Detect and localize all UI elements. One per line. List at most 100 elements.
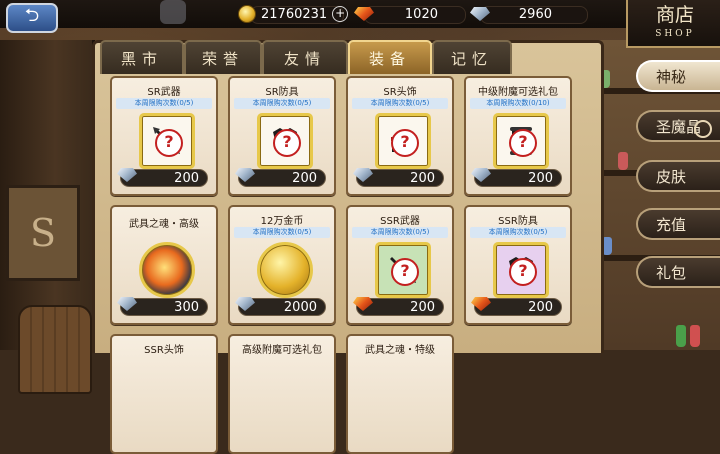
shop-item-card[interactable]: SSR防具 本周限购次数(0/5) ? 200 bbox=[464, 205, 572, 325]
blue-crystal-icon bbox=[117, 297, 137, 311]
tab-label: 友情 bbox=[283, 49, 326, 68]
shop-item-card[interactable]: SSR头饰 bbox=[110, 334, 218, 454]
item-name: SR武器 bbox=[147, 87, 181, 98]
blue-crystal-counter: 2960 bbox=[470, 4, 588, 24]
side-nav-label: 神秘 bbox=[656, 67, 687, 86]
shop-item-card[interactable]: 中级附魔可选礼包 本周限购次数(0/10) ? 200 bbox=[464, 76, 572, 196]
blue-crystal-icon bbox=[471, 168, 491, 182]
price-tag: 200 bbox=[353, 168, 444, 187]
ghost-icon bbox=[160, 0, 186, 24]
item-name: 12万金币 bbox=[260, 216, 304, 227]
item-price: 300 bbox=[174, 299, 199, 315]
armor-unknown-icon: ? bbox=[493, 242, 549, 298]
red-gem-amount: 1020 bbox=[404, 6, 438, 22]
purchase-limit: 本周限购次数(0/5) bbox=[470, 227, 566, 238]
item-name: SSR防具 bbox=[498, 216, 538, 227]
price-tag: 200 bbox=[117, 168, 208, 187]
shop-item-card[interactable]: 武具之魂・特级 bbox=[346, 334, 454, 454]
sword-unknown-icon: ? bbox=[139, 113, 195, 169]
item-price: 2000 bbox=[283, 299, 317, 315]
side-nav-gift-packs[interactable]: 礼包 bbox=[636, 256, 720, 288]
price-tag: 300 bbox=[117, 297, 208, 316]
shop-item-card[interactable]: 12万金币 本周限购次数(0/5) 2000 bbox=[228, 205, 336, 325]
purchase-limit: 本周限购次数(0/5) bbox=[116, 98, 212, 109]
price-tag: 2000 bbox=[235, 297, 326, 316]
shop-item-card[interactable]: 高级附魔可选礼包 bbox=[228, 334, 336, 454]
side-nav-skins[interactable]: 皮肤 bbox=[636, 160, 720, 192]
side-nav-recharge[interactable]: 充值 bbox=[636, 208, 720, 240]
tab-friendship[interactable]: 友情 bbox=[262, 40, 348, 74]
helmet-unknown-icon: ? bbox=[375, 113, 431, 169]
tab-label: 装备 bbox=[368, 49, 411, 68]
gold-coin-icon bbox=[238, 5, 256, 23]
potion-bottle bbox=[618, 152, 628, 170]
wall-sign-decoration: S bbox=[6, 185, 80, 281]
shop-item-card[interactable]: 武具之魂・高级 300 bbox=[110, 205, 218, 325]
gold-counter: 21760231 + bbox=[238, 4, 356, 24]
blue-crystal-icon bbox=[235, 168, 255, 182]
soul-orb-icon bbox=[139, 242, 195, 298]
purchase-limit: 本周限购次数(0/5) bbox=[234, 227, 330, 238]
tavern-left-wall: S bbox=[0, 40, 95, 394]
info-icon bbox=[694, 120, 712, 138]
item-price: 200 bbox=[174, 170, 199, 186]
red-gem-icon bbox=[471, 297, 491, 311]
back-button[interactable]: ⮌ bbox=[6, 3, 58, 33]
item-name: SSR头饰 bbox=[144, 345, 184, 356]
tab-label: 荣誉 bbox=[201, 49, 244, 68]
item-name: 武具之魂・特级 bbox=[365, 345, 435, 356]
potion-bottle bbox=[676, 325, 686, 347]
item-name: 中级附魔可选礼包 bbox=[478, 87, 558, 98]
shop-title: 商店 bbox=[655, 4, 694, 26]
blue-crystal-icon bbox=[235, 297, 255, 311]
potion-bottle bbox=[690, 325, 700, 347]
item-name: SR头饰 bbox=[383, 87, 417, 98]
shop-item-card[interactable]: SR头饰 本周限购次数(0/5) ? 200 bbox=[346, 76, 454, 196]
price-tag: 200 bbox=[353, 297, 444, 316]
tab-memory[interactable]: 记忆 bbox=[432, 40, 512, 74]
item-name: SR防具 bbox=[265, 87, 299, 98]
tab-label: 记忆 bbox=[450, 49, 493, 68]
purchase-limit: 本周限购次数(0/5) bbox=[234, 98, 330, 109]
shop-item-card[interactable]: SR武器 本周限购次数(0/5) ? 200 bbox=[110, 76, 218, 196]
gold-amount: 21760231 bbox=[261, 6, 328, 22]
shop-subtitle: SHOP bbox=[655, 29, 695, 39]
tab-honor[interactable]: 荣誉 bbox=[184, 40, 262, 74]
purchase-limit: 本周限购次数(0/10) bbox=[470, 98, 566, 109]
tab-label: 黑市 bbox=[120, 49, 163, 68]
blue-crystal-icon bbox=[353, 168, 373, 182]
blue-crystal-amount: 2960 bbox=[518, 6, 552, 22]
red-gem-icon bbox=[353, 297, 373, 311]
side-nav-holy-crystal[interactable]: 圣魔晶 bbox=[636, 110, 720, 142]
price-tag: 200 bbox=[471, 297, 562, 316]
red-gem-counter: 1020 bbox=[354, 4, 466, 24]
purchase-limit: 本周限购次数(0/5) bbox=[352, 98, 448, 109]
side-nav-label: 充值 bbox=[656, 215, 687, 234]
shop-item-card[interactable]: SSR武器 本周限购次数(0/5) ? 200 bbox=[346, 205, 454, 325]
gold-coins-icon bbox=[257, 242, 313, 298]
item-price: 200 bbox=[528, 299, 553, 315]
item-name: 高级附魔可选礼包 bbox=[242, 345, 322, 356]
back-arrow-icon: ⮌ bbox=[24, 5, 40, 26]
price-tag: 200 bbox=[471, 168, 562, 187]
item-price: 200 bbox=[410, 299, 435, 315]
side-nav-label: 皮肤 bbox=[656, 167, 687, 186]
shop-title-banner: 商店 SHOP bbox=[626, 0, 720, 48]
purchase-limit: 本周限购次数(0/5) bbox=[352, 227, 448, 238]
scroll-unknown-icon: ? bbox=[493, 113, 549, 169]
side-nav-mystery[interactable]: 神秘 bbox=[636, 60, 720, 92]
tab-equipment[interactable]: 装备 bbox=[348, 40, 432, 74]
price-tag: 200 bbox=[235, 168, 326, 187]
shop-item-card[interactable]: SR防具 本周限购次数(0/5) ? 200 bbox=[228, 76, 336, 196]
armor-unknown-icon: ? bbox=[257, 113, 313, 169]
sword-unknown-icon: ? bbox=[375, 242, 431, 298]
item-price: 200 bbox=[410, 170, 435, 186]
tab-black-market[interactable]: 黑市 bbox=[100, 40, 184, 74]
add-gold-button[interactable]: + bbox=[332, 6, 349, 22]
item-name: SSR武器 bbox=[380, 216, 420, 227]
item-price: 200 bbox=[292, 170, 317, 186]
side-nav-label: 礼包 bbox=[656, 263, 687, 282]
blue-crystal-icon bbox=[117, 168, 137, 182]
item-name: 武具之魂・高级 bbox=[129, 219, 199, 230]
item-price: 200 bbox=[528, 170, 553, 186]
